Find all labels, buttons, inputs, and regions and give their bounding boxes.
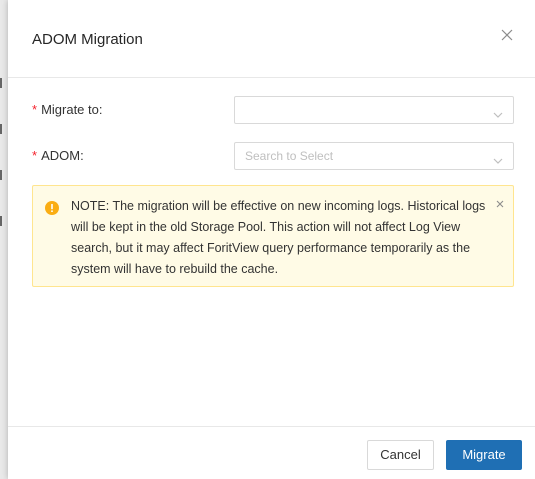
adom-label-text: ADOM:	[41, 148, 84, 163]
dialog-header: ADOM Migration	[8, 0, 535, 78]
warning-icon	[45, 201, 59, 215]
background-fragment	[0, 170, 2, 180]
warning-message: NOTE: The migration will be effective on…	[71, 199, 486, 276]
required-mark: *	[32, 102, 38, 117]
required-mark: *	[32, 148, 38, 163]
adom-placeholder: Search to Select	[245, 149, 334, 163]
migration-warning-alert: NOTE: The migration will be effective on…	[32, 185, 514, 287]
migrate-button[interactable]: Migrate	[446, 440, 522, 470]
background-fragment	[0, 78, 2, 88]
adom-select[interactable]: Search to Select	[234, 142, 514, 170]
adom-migration-dialog: ADOM Migration * Migrate to: * ADOM: Searc…	[8, 0, 535, 479]
migrate-to-label: * Migrate to:	[32, 102, 102, 117]
background-fragment	[0, 216, 2, 226]
dialog-title: ADOM Migration	[32, 31, 143, 48]
dialog-footer: Cancel Migrate	[8, 426, 535, 479]
close-icon[interactable]	[499, 27, 515, 43]
chevron-down-icon	[493, 152, 503, 164]
adom-row: * ADOM: Search to Select	[8, 142, 535, 170]
chevron-down-icon	[493, 106, 503, 118]
adom-label: * ADOM:	[32, 148, 84, 163]
close-alert-icon[interactable]	[495, 196, 505, 208]
background-fragment	[0, 124, 2, 134]
migrate-to-select[interactable]	[234, 96, 514, 124]
cancel-button[interactable]: Cancel	[367, 440, 434, 470]
migrate-to-label-text: Migrate to:	[41, 102, 103, 117]
migrate-to-row: * Migrate to:	[8, 96, 535, 124]
